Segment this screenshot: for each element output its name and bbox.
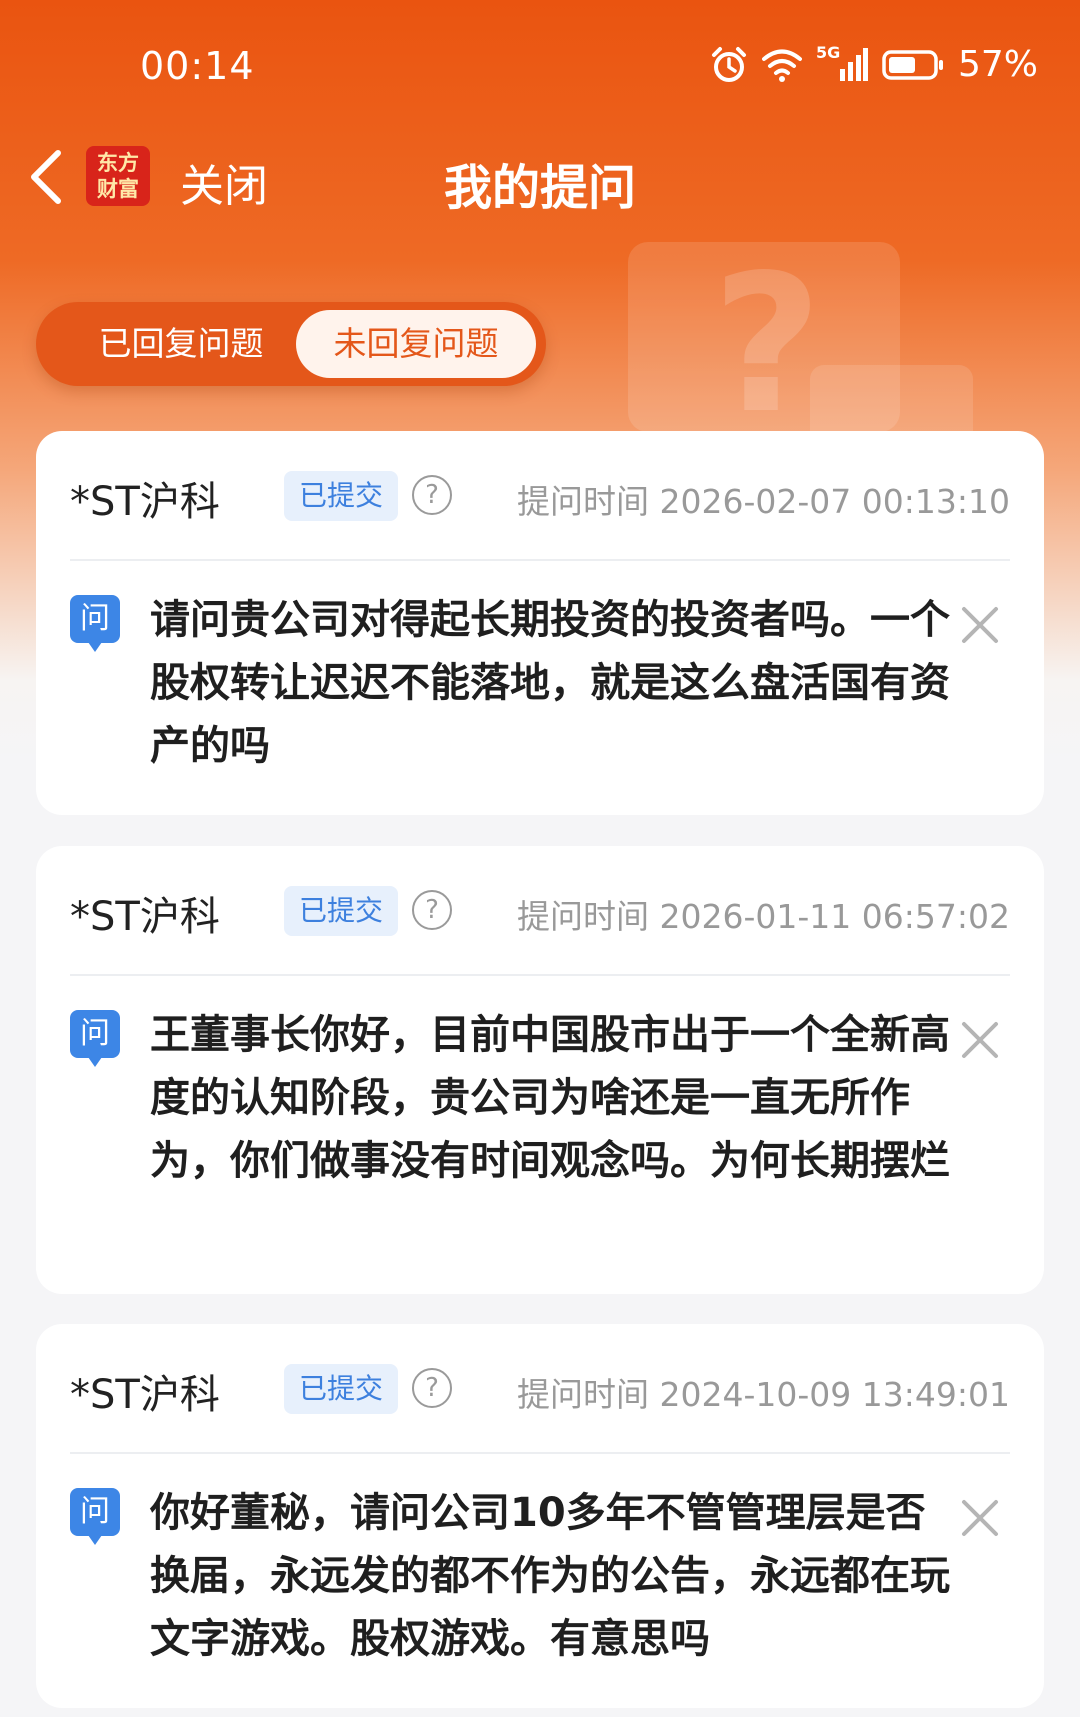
help-icon[interactable]: ? (412, 475, 452, 515)
question-card[interactable]: *ST沪科 已提交 ? 提问时间 2024-10-09 13:49:01 问 你… (36, 1324, 1044, 1708)
status-badge: 已提交 (284, 1364, 398, 1414)
page-title: 我的提问 (443, 160, 636, 216)
question-text: 王董事长你好，目前中国股市出于一个全新高度的认知阶段，贵公司为啥还是一直无所作为… (150, 1012, 950, 1184)
question-mark-decoration: ? (712, 234, 823, 455)
card-header: *ST沪科 已提交 ? 提问时间 2024-10-09 13:49:01 (70, 1324, 1010, 1454)
question-text: 请问贵公司对得起长期投资的投资者吗。一个股权转让迟迟不能落地，就是这么盘活国有资… (150, 597, 950, 769)
card-header: *ST沪科 已提交 ? 提问时间 2026-02-07 00:13:10 (70, 431, 1010, 561)
question-icon: 问 (70, 595, 120, 652)
stock-name[interactable]: *ST沪科 (70, 884, 220, 942)
status-badge: 已提交 (284, 886, 398, 936)
cellular-icon: 5G (816, 43, 868, 83)
card-header: *ST沪科 已提交 ? 提问时间 2026-01-11 06:57:02 (70, 846, 1010, 976)
status-bar: 00:14 5G 57% (0, 0, 1080, 130)
question-icon: 问 (70, 1488, 120, 1545)
tab-unreplied[interactable]: 未回复问题 (296, 310, 536, 378)
question-card[interactable]: *ST沪科 已提交 ? 提问时间 2026-02-07 00:13:10 问 请… (36, 431, 1044, 815)
tab-replied[interactable]: 已回复问题 (56, 310, 306, 378)
question-time: 提问时间 2026-01-11 06:57:02 (517, 897, 1010, 936)
stock-name[interactable]: *ST沪科 (70, 469, 220, 527)
question-time: 提问时间 2026-02-07 00:13:10 (517, 482, 1010, 521)
alarm-icon (711, 46, 746, 82)
close-icon[interactable] (960, 1020, 1000, 1060)
question-icon: 问 (70, 1010, 120, 1067)
status-icons: 5G 57% (710, 43, 1038, 85)
question-text: 你好董秘，请问公司10多年不管管理层是否换届，永远发的都不作为的公告，永远都在玩… (150, 1490, 950, 1662)
battery-percent: 57% (957, 44, 1038, 85)
battery-icon (882, 49, 943, 80)
status-time: 00:14 (140, 44, 255, 88)
question-card[interactable]: *ST沪科 已提交 ? 提问时间 2026-01-11 06:57:02 问 王… (36, 846, 1044, 1294)
question-tabs: 已回复问题 未回复问题 (36, 302, 546, 386)
help-icon[interactable]: ? (412, 890, 452, 930)
close-icon[interactable] (960, 1498, 1000, 1538)
wifi-icon (761, 49, 802, 82)
status-badge: 已提交 (284, 471, 398, 521)
question-time: 提问时间 2024-10-09 13:49:01 (517, 1375, 1010, 1414)
stock-name[interactable]: *ST沪科 (70, 1362, 220, 1420)
close-icon[interactable] (960, 605, 1000, 645)
help-icon[interactable]: ? (412, 1368, 452, 1408)
